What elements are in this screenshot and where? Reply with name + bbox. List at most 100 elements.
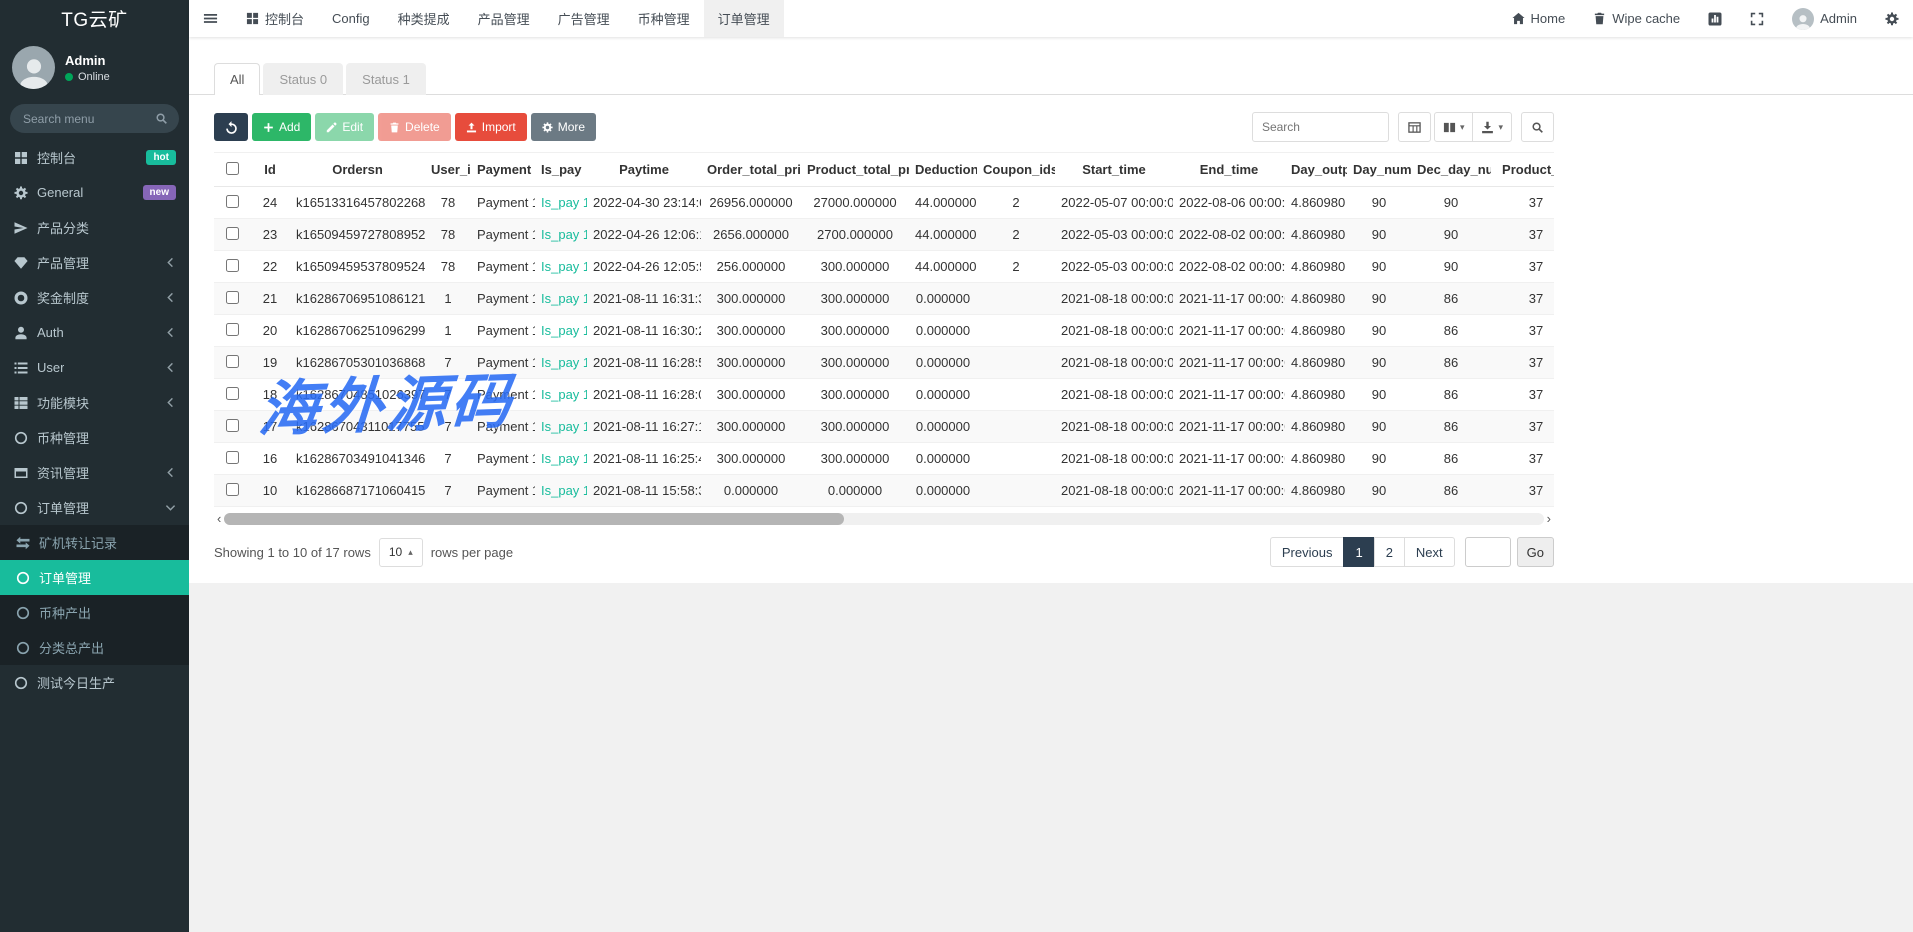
row-checkbox[interactable]	[226, 195, 239, 208]
more-button[interactable]: More	[531, 113, 596, 141]
cell-is_pay[interactable]: Is_pay 1	[535, 475, 587, 507]
column-header-product_total_price[interactable]: Product_total_price	[801, 153, 909, 187]
row-checkbox[interactable]	[226, 419, 239, 432]
sidebar-item-user[interactable]: User	[0, 350, 189, 385]
sidebar-item-product-management[interactable]: 产品管理	[0, 245, 189, 280]
cell-is_pay[interactable]: Is_pay 1	[535, 315, 587, 347]
sidebar-item-category-total-output[interactable]: 分类总产出	[0, 630, 189, 665]
column-header-user_id[interactable]: User_id	[425, 153, 471, 187]
wipe-cache-button[interactable]: Wipe cache	[1579, 0, 1694, 37]
row-checkbox[interactable]	[226, 323, 239, 336]
column-header-deduction[interactable]: Deduction	[909, 153, 977, 187]
table-row[interactable]: 18k1628670485102639777Payment 1Is_pay 12…	[214, 379, 1554, 411]
sidebar-item-news-management[interactable]: 资讯管理	[0, 455, 189, 490]
topnav-order-management[interactable]: 订单管理	[704, 0, 784, 37]
topnav-category-commission[interactable]: 种类提成	[384, 0, 464, 37]
columns-button[interactable]: ▾	[1434, 112, 1474, 142]
cell-is_pay[interactable]: Is_pay 1	[535, 251, 587, 283]
select-all-checkbox[interactable]	[226, 162, 239, 175]
column-header-day_output[interactable]: Day_output	[1285, 153, 1347, 187]
home-button[interactable]: Home	[1498, 0, 1580, 37]
column-header-order_total_price[interactable]: Order_total_price	[701, 153, 801, 187]
tab-status-0[interactable]: Status 0	[263, 63, 343, 95]
sidebar-item-order-management-list[interactable]: 订单管理	[0, 560, 189, 595]
page-size-dropdown[interactable]: 10▴	[379, 538, 423, 567]
app-logo[interactable]: TG云矿	[0, 0, 189, 37]
column-header-coupon_ids[interactable]: Coupon_ids	[977, 153, 1055, 187]
refresh-button[interactable]	[214, 113, 248, 141]
topnav-currency-management[interactable]: 币种管理	[624, 0, 704, 37]
settings-button[interactable]	[1871, 0, 1913, 37]
topnav-config[interactable]: Config	[318, 0, 384, 37]
scroll-right-arrow-icon[interactable]: ›	[1544, 513, 1554, 525]
sidebar-item-currency-management[interactable]: 币种管理	[0, 420, 189, 455]
page-1-button[interactable]: 1	[1343, 537, 1374, 567]
advanced-search-button[interactable]	[1521, 112, 1554, 142]
go-button[interactable]: Go	[1517, 537, 1554, 567]
table-row[interactable]: 16k1628670349104134627Payment 1Is_pay 12…	[214, 443, 1554, 475]
cell-is_pay[interactable]: Is_pay 1	[535, 283, 587, 315]
delete-button[interactable]: Delete	[378, 113, 451, 141]
column-header-day_num[interactable]: Day_num	[1347, 153, 1411, 187]
sidebar-item-dashboard[interactable]: 控制台hot	[0, 140, 189, 175]
table-row[interactable]: 23k165094597278089525878Payment 1Is_pay …	[214, 219, 1554, 251]
row-checkbox[interactable]	[226, 259, 239, 272]
add-button[interactable]: Add	[252, 113, 311, 141]
toggle-view-button[interactable]	[1398, 112, 1431, 142]
topnav-ad-management[interactable]: 广告管理	[544, 0, 624, 37]
search-icon[interactable]	[155, 112, 168, 125]
horizontal-scrollbar[interactable]: ‹ ›	[214, 513, 1554, 525]
page-2-button[interactable]: 2	[1374, 537, 1405, 567]
column-header-dec_day_num[interactable]: Dec_day_num	[1411, 153, 1491, 187]
cell-is_pay[interactable]: Is_pay 1	[535, 443, 587, 475]
column-header-product_id[interactable]: Product_id	[1491, 153, 1554, 187]
table-row[interactable]: 20k1628670625109629951Payment 1Is_pay 12…	[214, 315, 1554, 347]
row-checkbox[interactable]	[226, 291, 239, 304]
row-checkbox[interactable]	[226, 227, 239, 240]
table-row[interactable]: 10k1628668717106041537Payment 1Is_pay 12…	[214, 475, 1554, 507]
sidebar-item-product-category[interactable]: 产品分类	[0, 210, 189, 245]
topnav-product-management[interactable]: 产品管理	[464, 0, 544, 37]
scrollbar-track[interactable]	[224, 513, 1543, 525]
table-search-input[interactable]	[1252, 112, 1389, 142]
sidebar-item-test-today-production[interactable]: 测试今日生产	[0, 665, 189, 700]
column-header-is_pay[interactable]: Is_pay	[535, 153, 587, 187]
sidebar-item-auth[interactable]: Auth	[0, 315, 189, 350]
column-header-start_time[interactable]: Start_time	[1055, 153, 1173, 187]
check-update-button[interactable]	[1694, 0, 1736, 37]
table-row[interactable]: 24k165133164578022683578Payment 1Is_pay …	[214, 187, 1554, 219]
column-header-ordersn[interactable]: Ordersn	[290, 153, 425, 187]
tab-status-1[interactable]: Status 1	[346, 63, 426, 95]
table-row[interactable]: 17k1628670431101775577Payment 1Is_pay 12…	[214, 411, 1554, 443]
edit-button[interactable]: Edit	[315, 113, 374, 141]
admin-menu[interactable]: Admin	[1778, 0, 1871, 37]
column-header-paytime[interactable]: Paytime	[587, 153, 701, 187]
row-checkbox[interactable]	[226, 387, 239, 400]
goto-page-input[interactable]	[1465, 537, 1511, 567]
table-row[interactable]: 19k1628670530103686897Payment 1Is_pay 12…	[214, 347, 1554, 379]
sidebar-toggle-button[interactable]	[189, 0, 232, 37]
sidebar-item-general[interactable]: Generalnew	[0, 175, 189, 210]
scroll-left-arrow-icon[interactable]: ‹	[214, 513, 224, 525]
import-button[interactable]: Import	[455, 113, 527, 141]
cell-is_pay[interactable]: Is_pay 1	[535, 347, 587, 379]
cell-is_pay[interactable]: Is_pay 1	[535, 411, 587, 443]
next-page-button[interactable]: Next	[1404, 537, 1455, 567]
column-header-payment[interactable]: Payment	[471, 153, 535, 187]
row-checkbox[interactable]	[226, 483, 239, 496]
column-header-end_time[interactable]: End_time	[1173, 153, 1285, 187]
sidebar-item-modules[interactable]: 功能模块	[0, 385, 189, 420]
sidebar-item-currency-output[interactable]: 币种产出	[0, 595, 189, 630]
previous-page-button[interactable]: Previous	[1270, 537, 1345, 567]
cell-is_pay[interactable]: Is_pay 1	[535, 379, 587, 411]
table-row[interactable]: 21k1628670695108612171Payment 1Is_pay 12…	[214, 283, 1554, 315]
sidebar-item-bonus-system[interactable]: 奖金制度	[0, 280, 189, 315]
cell-is_pay[interactable]: Is_pay 1	[535, 219, 587, 251]
fullscreen-button[interactable]	[1736, 0, 1778, 37]
row-checkbox[interactable]	[226, 355, 239, 368]
export-button[interactable]: ▾	[1472, 112, 1512, 142]
row-checkbox[interactable]	[226, 451, 239, 464]
sidebar-item-miner-transfer-records[interactable]: 矿机转让记录	[0, 525, 189, 560]
scrollbar-thumb[interactable]	[224, 513, 844, 525]
table-row[interactable]: 22k165094595378095245178Payment 1Is_pay …	[214, 251, 1554, 283]
